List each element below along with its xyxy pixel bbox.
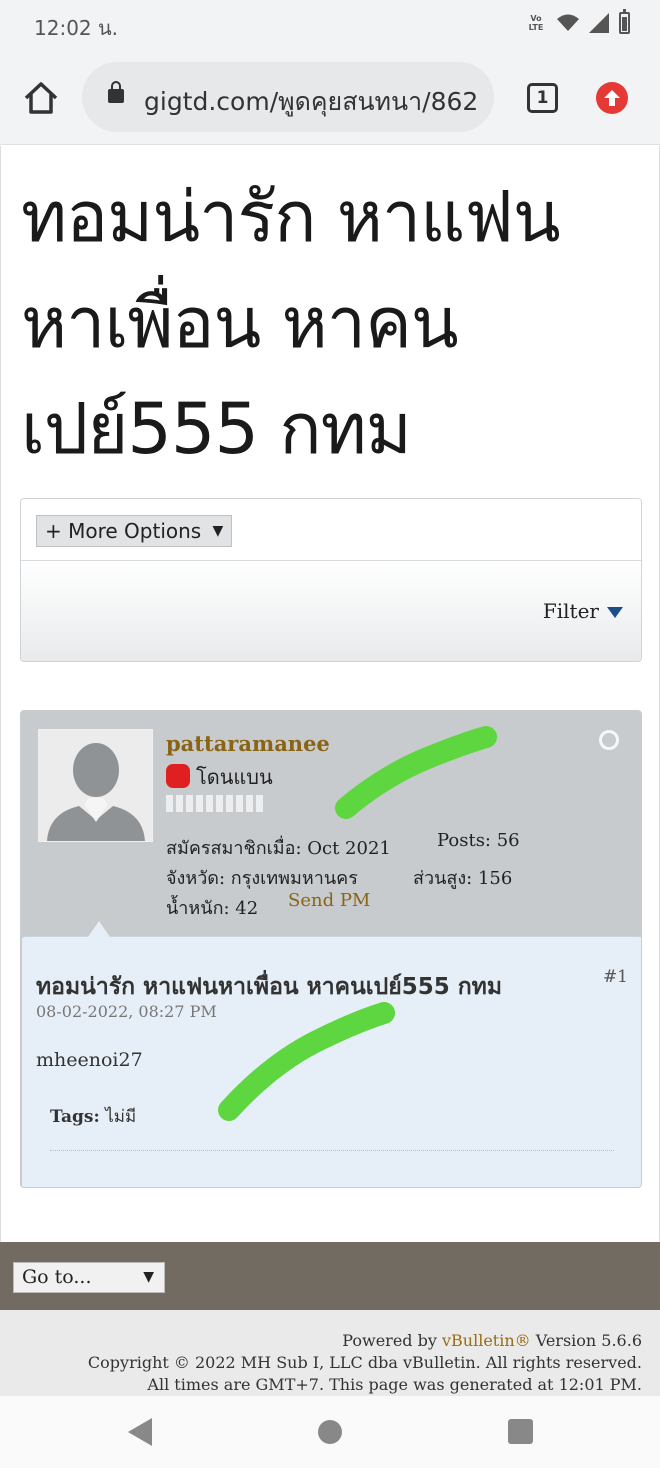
back-icon[interactable] [128,1418,152,1446]
tags-label: Tags: [50,1107,100,1127]
posts-label: Posts: [437,830,491,851]
url-text[interactable]: gigtd.com/พูดคุยสนทนา/862 [144,82,478,122]
copyright-text: Copyright © 2022 MH Sub I, LLC dba vBull… [87,1353,642,1372]
options-toolbar: + More Options ▼ [21,499,641,561]
weight-info: น้ำหนัก: 42 [166,893,258,922]
more-options-label: + More Options [45,519,202,543]
post-date: 08-02-2022, 08:27 PM [36,1002,217,1021]
weight-label: น้ำหนัก: [166,898,230,919]
height-info: ส่วนสูง: 156 [413,863,512,892]
topic-options-panel: + More Options ▼ Filter [20,498,642,662]
filter-toolbar: Filter [21,561,641,661]
goto-label: Go to... [22,1266,92,1288]
province-label: จังหวัด: [166,868,226,889]
status-time: 12:02 น. [34,16,119,40]
home-circle-icon[interactable] [318,1420,342,1444]
browser-toolbar: gigtd.com/พูดคุยสนทนา/862 1 [0,50,660,145]
banned-icon [166,764,190,788]
caret-down-icon [607,607,623,618]
joined-info: สมัครสมาชิกเมื่อ: Oct 2021 [166,833,391,862]
vbulletin-link[interactable]: vBulletin® [442,1331,531,1350]
lock-icon [108,81,124,103]
post-body: ทอมน่ารัก หาแฟนหาเพื่อน หาคนเปย์555 กทม … [22,921,641,1187]
online-status-icon [599,730,619,750]
page-content: ทอมน่ารัก หาแฟนหาเพื่อน หาคนเปย์555 กทม … [0,146,660,1242]
user-status-label: โดนแบน [196,765,273,789]
user-status: โดนแบน [166,761,273,793]
post-title: ทอมน่ารัก หาแฟนหาเพื่อน หาคนเปย์555 กทม [36,974,502,1000]
joined-label: สมัครสมาชิกเมื่อ: [166,838,302,859]
address-bar[interactable]: gigtd.com/พูดคุยสนทนา/862 [82,62,494,132]
status-bar: 12:02 น. Vo LTE [0,0,660,50]
update-icon[interactable] [596,82,628,114]
username-link[interactable]: pattaramanee [166,731,330,756]
avatar[interactable] [38,729,153,842]
times-text: All times are GMT+7. This page was gener… [147,1375,642,1394]
goto-select[interactable]: Go to... ▼ [13,1262,165,1293]
copyright-footer: Powered by vBulletin® Version 5.6.6 Copy… [0,1310,660,1396]
send-pm-link[interactable]: Send PM [288,890,370,911]
page-title: ทอมน่ารัก หาแฟนหาเพื่อน หาคนเปย์555 กทม [21,176,561,470]
powered-by-line: Powered by vBulletin® Version 5.6.6 [0,1330,642,1352]
province-info: จังหวัด: กรุงเทพมหานคร [166,863,358,892]
height-value: 156 [477,868,513,889]
chevron-down-icon: ▼ [143,1269,154,1285]
system-nav-bar [0,1396,660,1468]
filter-label: Filter [542,599,599,623]
home-icon[interactable] [22,80,60,116]
posts-value: 56 [496,830,520,851]
signal-icon [589,13,609,33]
footer-bar: Go to... ▼ [0,1242,660,1310]
chevron-down-icon: ▼ [212,523,224,539]
height-label: ส่วนสูง: [413,868,473,889]
status-icons: Vo LTE [525,9,630,34]
post-number-link[interactable]: #1 [603,967,628,987]
reputation-bar [166,795,263,812]
tab-switcher-button[interactable]: 1 [527,83,558,113]
post-card: pattaramanee โดนแบน สมัครสมาชิกเมื่อ: Oc… [20,710,642,1188]
volte-icon: Vo LTE [528,14,544,32]
wifi-icon [557,14,579,31]
post-tags: Tags: ไม่มี [50,1103,136,1130]
powered-by-text: Powered by [342,1331,437,1350]
filter-button[interactable]: Filter [543,599,623,623]
battery-icon [619,9,630,34]
post-content: mheenoi27 [36,1049,143,1071]
post-divider [50,1150,614,1151]
tags-value: ไม่มี [105,1107,137,1127]
version-text: Version 5.6.6 [535,1331,642,1350]
default-avatar-icon [39,730,152,841]
recent-apps-icon[interactable] [508,1419,533,1444]
posts-info: Posts: 56 [437,830,520,851]
more-options-button[interactable]: + More Options ▼ [36,515,233,547]
province-value: กรุงเทพมหานคร [230,868,358,889]
weight-value: 42 [235,898,259,919]
joined-value: Oct 2021 [307,838,391,859]
